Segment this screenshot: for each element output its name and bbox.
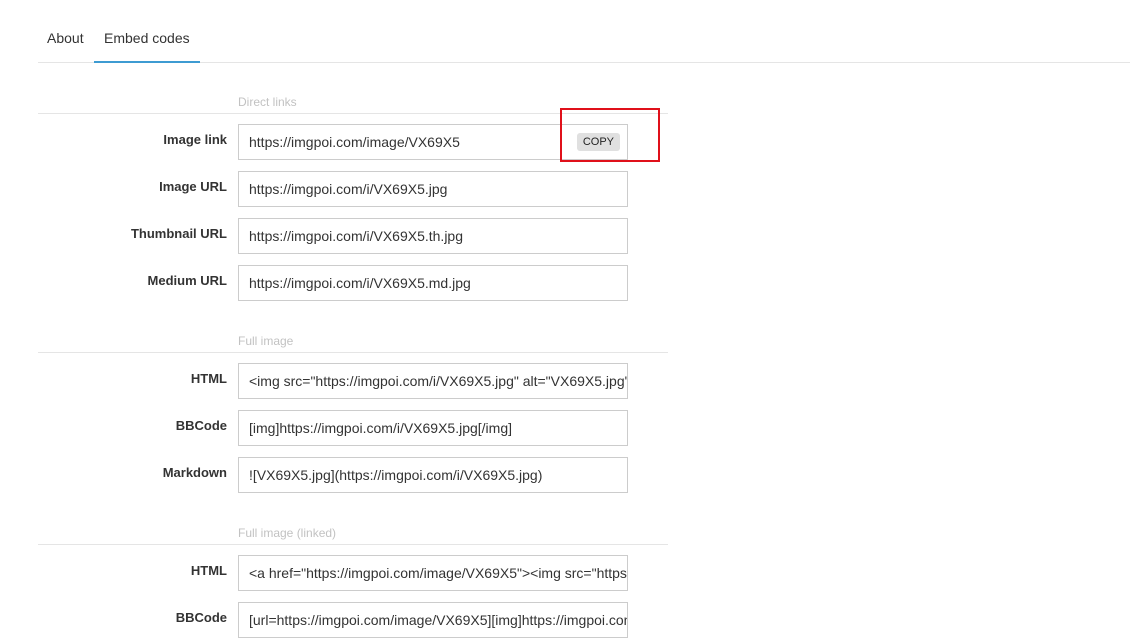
- label-thumbnail-url: Thumbnail URL: [130, 226, 227, 241]
- linked-bbcode-field[interactable]: [url=https://imgpoi.com/image/VX69X5][im…: [238, 602, 628, 638]
- label-linked-bbcode: BBCode: [175, 610, 227, 625]
- section-title-direct-links: Direct links: [238, 95, 297, 109]
- tab-bar: About Embed codes: [38, 18, 1130, 63]
- full-image-html-field[interactable]: <img src="https://imgpoi.com/i/VX69X5.jp…: [238, 363, 628, 399]
- label-full-image-bbcode: BBCode: [175, 418, 227, 433]
- thumbnail-url-field[interactable]: https://imgpoi.com/i/VX69X5.th.jpg: [238, 218, 628, 254]
- image-url-field[interactable]: https://imgpoi.com/i/VX69X5.jpg: [238, 171, 628, 207]
- copy-button[interactable]: COPY: [576, 133, 620, 151]
- section-divider: [38, 352, 668, 353]
- tab-about[interactable]: About: [47, 18, 84, 62]
- medium-url-value: https://imgpoi.com/i/VX69X5.md.jpg: [249, 275, 471, 291]
- full-image-bbcode-value: [img]https://imgpoi.com/i/VX69X5.jpg[/im…: [249, 420, 512, 436]
- label-medium-url: Medium URL: [147, 273, 227, 288]
- full-image-bbcode-field[interactable]: [img]https://imgpoi.com/i/VX69X5.jpg[/im…: [238, 410, 628, 446]
- medium-url-field[interactable]: https://imgpoi.com/i/VX69X5.md.jpg: [238, 265, 628, 301]
- full-image-markdown-value: ![VX69X5.jpg](https://imgpoi.com/i/VX69X…: [249, 467, 543, 483]
- tab-embed-codes[interactable]: Embed codes: [94, 18, 200, 63]
- thumbnail-url-value: https://imgpoi.com/i/VX69X5.th.jpg: [249, 228, 463, 244]
- label-full-image-markdown: Markdown: [162, 465, 227, 480]
- label-full-image-html: HTML: [190, 371, 227, 386]
- full-image-markdown-field[interactable]: ![VX69X5.jpg](https://imgpoi.com/i/VX69X…: [238, 457, 628, 493]
- section-divider: [38, 113, 668, 114]
- full-image-html-value: <img src="https://imgpoi.com/i/VX69X5.jp…: [249, 373, 628, 389]
- image-link-field[interactable]: https://imgpoi.com/image/VX69X5 COPY: [238, 124, 628, 160]
- label-image-url: Image URL: [159, 179, 227, 194]
- section-divider: [38, 544, 668, 545]
- label-linked-html: HTML: [190, 563, 227, 578]
- linked-bbcode-value: [url=https://imgpoi.com/image/VX69X5][im…: [249, 612, 627, 628]
- image-link-value: https://imgpoi.com/image/VX69X5: [249, 134, 460, 150]
- section-title-full-image-linked: Full image (linked): [238, 526, 337, 540]
- image-url-value: https://imgpoi.com/i/VX69X5.jpg: [249, 181, 448, 197]
- label-image-link: Image link: [163, 132, 227, 147]
- section-title-full-image: Full image: [238, 334, 294, 348]
- linked-html-value: <a href="https://imgpoi.com/image/VX69X5…: [249, 565, 627, 581]
- linked-html-field[interactable]: <a href="https://imgpoi.com/image/VX69X5…: [238, 555, 628, 591]
